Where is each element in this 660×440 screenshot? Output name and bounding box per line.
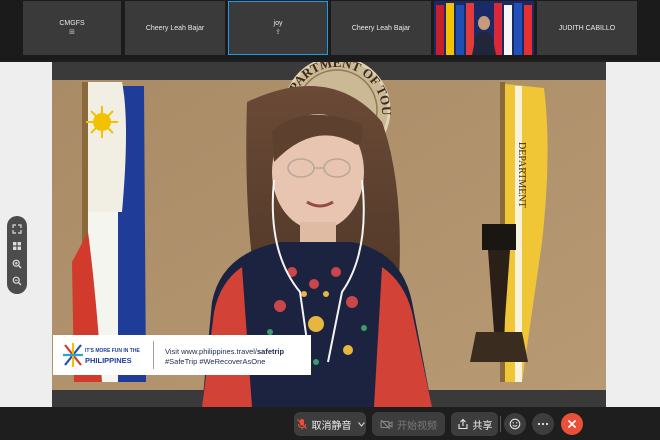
more-icon xyxy=(537,422,549,426)
flag-text: DEPARTMENT xyxy=(516,142,527,208)
participant-video-thumbnail xyxy=(434,1,534,55)
participant-tile-joy[interactable]: joy ⇪ xyxy=(228,1,328,55)
mic-off-icon xyxy=(296,419,307,430)
participant-strip: CMGFS ⊞ Cheery Leah Bajar joy ⇪ Cheery L… xyxy=(0,0,660,60)
share-status-icon: ⇪ xyxy=(275,29,281,36)
start-video-button[interactable]: 开始视频 xyxy=(372,412,445,436)
participant-name: joy xyxy=(273,20,283,27)
participant-name: JUDITH CABILLO xyxy=(558,24,616,32)
share-icon xyxy=(457,418,468,430)
banner-divider xyxy=(153,341,154,369)
participant-name: Cheery Leah Bajar xyxy=(351,24,411,32)
share-button[interactable]: 共享 xyxy=(451,412,498,436)
tourism-banner: IT'S MORE FUN IN THE PHILIPPINES Visit w… xyxy=(53,335,311,375)
participant-name: Cheery Leah Bajar xyxy=(145,24,205,32)
participant-name: CMGFS xyxy=(59,20,85,27)
camera-off-icon xyxy=(380,419,393,429)
logo-tagline: IT'S MORE FUN IN THE xyxy=(85,348,140,354)
philippines-logo: IT'S MORE FUN IN THE PHILIPPINES xyxy=(63,343,140,367)
toolbar-separator xyxy=(500,416,501,432)
banner-visit-line: Visit www.philippines.travel/safetrip xyxy=(165,347,284,356)
more-button[interactable] xyxy=(532,413,554,435)
banner-visit-text: Visit www.philippines.travel/ xyxy=(165,347,257,356)
banner-hashtags: #SafeTrip #WeRecoverAsOne xyxy=(165,357,266,366)
fit-icon[interactable] xyxy=(11,223,23,235)
zoom-out-icon[interactable] xyxy=(11,275,23,287)
leave-button[interactable] xyxy=(561,413,583,435)
participant-tile[interactable]: Cheery Leah Bajar xyxy=(331,1,431,55)
close-icon xyxy=(567,419,577,429)
participant-tile[interactable]: Cheery Leah Bajar xyxy=(125,1,225,55)
logo-title: PHILIPPINES xyxy=(85,356,132,365)
grid-icon[interactable] xyxy=(11,240,23,252)
unmute-label: 取消静音 xyxy=(311,420,352,432)
banner-visit-bold: safetrip xyxy=(257,347,285,356)
emoji-icon xyxy=(509,418,521,430)
zoom-in-icon[interactable] xyxy=(11,258,23,270)
share-label: 共享 xyxy=(472,420,493,432)
participant-status-icon: ⊞ xyxy=(69,29,75,36)
participant-tile-cmgfs[interactable]: CMGFS ⊞ xyxy=(23,1,121,55)
reactions-button[interactable] xyxy=(504,413,526,435)
meeting-toolbar: 取消静音 开始视频 共享 xyxy=(0,407,660,440)
chevron-down-icon[interactable] xyxy=(357,421,365,427)
participant-tile-video[interactable] xyxy=(434,1,534,55)
zoom-controls xyxy=(7,216,27,294)
participant-tile-judith[interactable]: JUDITH CABILLO xyxy=(537,1,637,55)
unmute-button[interactable]: 取消静音 xyxy=(294,412,366,436)
start-video-label: 开始视频 xyxy=(397,420,437,432)
